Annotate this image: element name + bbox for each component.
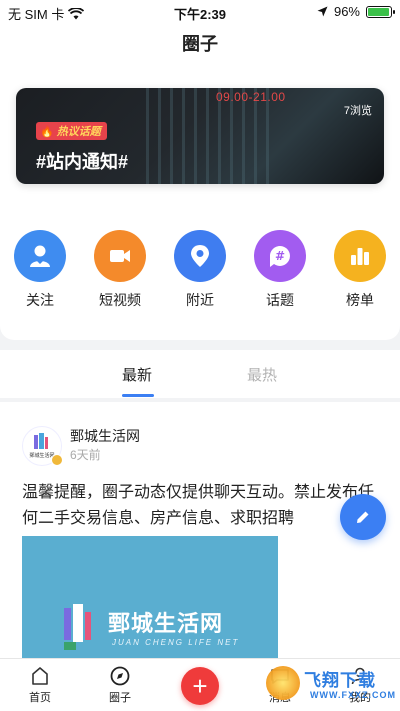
category-label: 榜单: [346, 292, 374, 308]
post-image[interactable]: 鄄城生活网 JUAN CHENG LIFE NET: [22, 536, 278, 658]
watermark-logo-icon: [266, 666, 300, 700]
category-ranking[interactable]: 榜单: [320, 230, 400, 310]
category-nearby[interactable]: 附近: [160, 230, 240, 310]
watermark: 飞翔下载 WWW.FXXZ.COM: [260, 660, 400, 711]
post-author[interactable]: 鄄城生活网: [70, 426, 140, 446]
category-label: 关注: [26, 292, 54, 308]
top-card: 09.00-21.00 7浏览 🔥 热议话题 #站内通知# 关注 短视频 附近: [0, 64, 400, 340]
hot-topic-tag: 🔥 热议话题: [36, 122, 107, 140]
flame-icon: 🔥: [40, 125, 54, 138]
tab-latest[interactable]: 最新: [122, 364, 152, 385]
ranking-icon: [334, 230, 386, 282]
tab-hottest[interactable]: 最热: [247, 364, 277, 385]
hashtag-icon: #: [254, 230, 306, 282]
battery-fill: [368, 7, 390, 16]
nav-circle[interactable]: 圈子: [90, 665, 150, 705]
post-time: 6天前: [70, 448, 101, 462]
category-short-video[interactable]: 短视频: [80, 230, 160, 310]
nav-circle-label: 圈子: [109, 692, 131, 704]
post-content[interactable]: 温馨提醒，圈子动态仅提供聊天互动。禁止发布任何二手交易信息、房产信息、求职招聘: [22, 480, 378, 536]
compass-icon: [110, 666, 130, 686]
post-card[interactable]: 鄄城生活网 鄄城生活网 6天前 温馨提醒，圈子动态仅提供聊天互动。禁止发布任何二…: [0, 402, 400, 658]
battery-percent: 96%: [333, 4, 360, 19]
banner-views: 7浏览: [343, 105, 372, 117]
image-brand-title: 鄄城生活网: [108, 611, 224, 636]
status-right: 96%: [317, 4, 395, 19]
hot-topic-tag-label: 热议话题: [56, 126, 101, 138]
nav-home-label: 首页: [29, 692, 51, 704]
video-icon: [94, 230, 146, 282]
home-icon: [32, 667, 48, 685]
active-tab-indicator: [122, 394, 154, 397]
user-heart-icon: [14, 230, 66, 282]
brand-logo-icon: [64, 604, 91, 650]
category-label: 话题: [266, 292, 294, 308]
category-row: 关注 短视频 附近 # 话题 榜单: [0, 230, 400, 310]
category-topic[interactable]: # 话题: [240, 230, 320, 310]
banner-sign-text: 09.00-21.00: [216, 90, 286, 104]
category-follow[interactable]: 关注: [0, 230, 80, 310]
compose-post-button[interactable]: [340, 494, 386, 540]
page-title: 圈子: [0, 24, 400, 64]
verified-badge-icon: [51, 454, 63, 466]
nav-home[interactable]: 首页: [10, 665, 70, 705]
hot-topic-banner[interactable]: 09.00-21.00 7浏览 🔥 热议话题 #站内通知#: [16, 88, 384, 184]
avatar[interactable]: 鄄城生活网: [22, 426, 63, 466]
watermark-url: WWW.FXXZ.COM: [310, 690, 396, 700]
battery-icon: [366, 5, 395, 18]
status-bar: 无 SIM 卡 下午2:39 96%: [0, 0, 400, 24]
image-brand-subtitle: JUAN CHENG LIFE NET: [112, 638, 240, 647]
category-label: 附近: [186, 292, 214, 308]
location-arrow-icon: [317, 6, 328, 17]
watermark-title: 飞翔下载: [304, 671, 376, 690]
banner-title: #站内通知#: [36, 152, 129, 172]
location-pin-icon: [174, 230, 226, 282]
feed-tabs: 最新 最热: [0, 350, 400, 398]
category-label: 短视频: [99, 292, 141, 308]
pencil-icon: [357, 511, 369, 523]
svg-text:#: #: [275, 249, 285, 263]
add-button[interactable]: +: [181, 667, 219, 705]
plus-icon: +: [192, 671, 208, 701]
